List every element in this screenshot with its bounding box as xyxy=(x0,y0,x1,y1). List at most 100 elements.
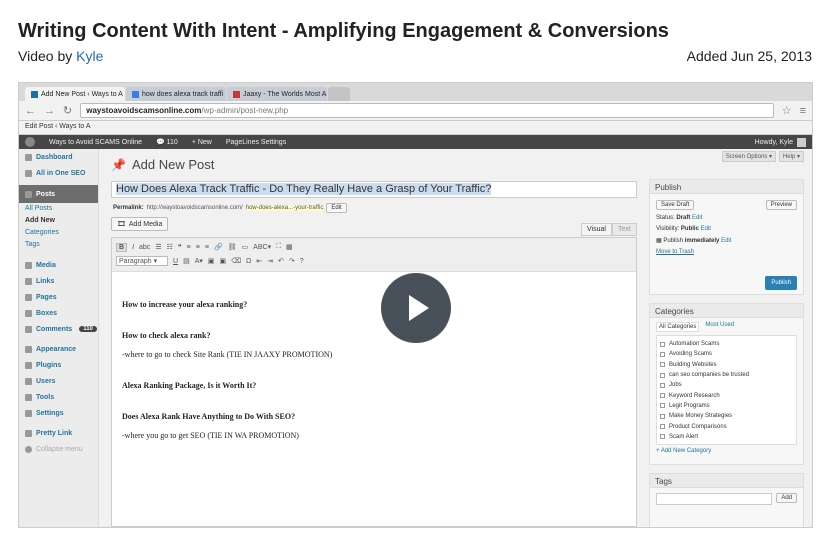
menu-item-plugins[interactable]: Plugins xyxy=(19,357,98,373)
category-checkbox[interactable] xyxy=(660,351,665,357)
menu-item-comments[interactable]: Comments 110 xyxy=(19,321,98,337)
category-item[interactable]: Avoiding Scams xyxy=(660,349,793,359)
visibility-edit-link[interactable]: Edit xyxy=(701,226,711,232)
wordpress-logo-icon[interactable] xyxy=(25,137,35,147)
author-link[interactable]: Kyle xyxy=(76,48,103,64)
add-media-button[interactable]: 🎞 Add Media xyxy=(111,217,169,231)
menu-item-media[interactable]: Media xyxy=(19,257,98,273)
category-checkbox[interactable] xyxy=(660,382,665,388)
save-draft-button[interactable]: Save Draft xyxy=(656,200,695,210)
category-checkbox[interactable] xyxy=(660,372,665,378)
unlink-icon[interactable]: ⛓ xyxy=(228,243,237,251)
indent-icon[interactable]: ⇥ xyxy=(267,257,273,265)
category-checkbox[interactable] xyxy=(660,424,665,430)
paste-word-icon[interactable]: ▣ xyxy=(220,257,227,265)
permalink-slug[interactable]: how-does-alexa...-your-traffic xyxy=(245,205,324,211)
menu-item-pages[interactable]: Pages xyxy=(19,289,98,305)
clear-format-icon[interactable]: ⌫ xyxy=(231,257,241,265)
category-checkbox[interactable] xyxy=(660,403,665,409)
category-checkbox[interactable] xyxy=(660,393,665,399)
category-item[interactable]: Jobs xyxy=(660,380,793,390)
url-input[interactable]: waystoavoidscamsonline.com/wp-admin/post… xyxy=(80,103,774,118)
category-checkbox[interactable] xyxy=(660,341,665,347)
browser-tab[interactable]: Add New Post ‹ Ways to A× xyxy=(25,87,125,101)
admin-bar-account[interactable]: Howdy, Kyle xyxy=(755,137,806,147)
menu-item-pretty-link[interactable]: Pretty Link xyxy=(19,425,98,441)
menu-item-dashboard[interactable]: Dashboard xyxy=(19,149,98,165)
content-editor[interactable]: B I abc ☰ ☷ ❝ ≡ ≡ ≡ 🔗 ⛓ ▭ ABC▾ ⛶ ▦ Parag… xyxy=(111,237,637,527)
publish-button[interactable]: Publish xyxy=(765,276,797,290)
tab-most-used[interactable]: Most Used xyxy=(705,322,734,332)
schedule-edit-link[interactable]: Edit xyxy=(721,238,731,244)
menu-item-posts[interactable]: Posts xyxy=(19,185,98,203)
submenu-add-new[interactable]: Add New xyxy=(25,217,98,229)
video-player[interactable]: Add New Post ‹ Ways to A× how does alexa… xyxy=(18,82,813,528)
category-item[interactable]: Legit Programs xyxy=(660,401,793,411)
category-item[interactable]: can seo companies be trusted xyxy=(660,370,793,380)
move-to-trash-link[interactable]: Move to Trash xyxy=(656,249,694,255)
category-checkbox[interactable] xyxy=(660,413,665,419)
paste-text-icon[interactable]: ▣ xyxy=(208,257,215,265)
category-checkbox[interactable] xyxy=(660,362,665,368)
play-button[interactable] xyxy=(381,273,451,343)
admin-bar-new[interactable]: + New xyxy=(192,139,212,146)
admin-bar-comments[interactable]: 💬 110 xyxy=(156,138,178,146)
new-tab-button[interactable] xyxy=(328,87,350,101)
add-tag-button[interactable]: Add xyxy=(776,493,797,503)
kitchen-sink-icon[interactable]: ▦ xyxy=(286,243,293,251)
star-icon[interactable]: ☆ xyxy=(782,104,792,117)
collapse-menu-button[interactable]: Collapse menu xyxy=(19,441,98,457)
post-title-input[interactable]: How Does Alexa Track Traffic - Do They R… xyxy=(111,181,637,198)
help-icon[interactable]: ? xyxy=(300,258,304,265)
category-item[interactable]: Product Comparisons xyxy=(660,421,793,431)
bookmark-item[interactable]: Edit Post ‹ Ways to A xyxy=(25,123,91,130)
italic-icon[interactable]: I xyxy=(132,244,134,251)
menu-item-settings[interactable]: Settings xyxy=(19,405,98,421)
menu-item-tools[interactable]: Tools xyxy=(19,389,98,405)
editor-body[interactable]: How to increase your alexa ranking? How … xyxy=(112,272,636,448)
numbered-list-icon[interactable]: ☷ xyxy=(167,243,173,251)
admin-bar-pagelines[interactable]: PageLines Settings xyxy=(226,139,286,146)
text-color-icon[interactable]: A▾ xyxy=(195,257,203,265)
back-arrow-icon[interactable]: ← xyxy=(25,105,36,117)
reload-icon[interactable]: ↻ xyxy=(63,104,72,117)
strikethrough-icon[interactable]: abc xyxy=(139,244,150,251)
align-right-icon[interactable]: ≡ xyxy=(205,244,209,251)
menu-item-users[interactable]: Users xyxy=(19,373,98,389)
menu-item-seo[interactable]: All in One SEO xyxy=(19,165,98,181)
submenu-categories[interactable]: Categories xyxy=(25,229,98,241)
help-button[interactable]: Help ▾ xyxy=(778,151,804,162)
category-item[interactable]: Scam Alert xyxy=(660,432,793,442)
redo-icon[interactable]: ↷ xyxy=(289,257,295,265)
tag-input[interactable] xyxy=(656,493,773,505)
bold-icon[interactable]: B xyxy=(116,242,128,252)
special-char-icon[interactable]: Ω xyxy=(246,258,251,265)
forward-arrow-icon[interactable]: → xyxy=(44,105,55,117)
add-new-category-link[interactable]: + Add New Category xyxy=(656,448,797,454)
menu-item-boxes[interactable]: Boxes xyxy=(19,305,98,321)
browser-tab[interactable]: Jaaxy - The Worlds Most A× xyxy=(227,87,327,101)
category-item[interactable]: Automation Scams xyxy=(660,339,793,349)
bullet-list-icon[interactable]: ☰ xyxy=(155,243,161,251)
preview-button[interactable]: Preview xyxy=(765,200,797,210)
fullscreen-icon[interactable]: ⛶ xyxy=(276,243,281,251)
align-center-icon[interactable]: ≡ xyxy=(196,244,200,251)
submenu-tags[interactable]: Tags xyxy=(25,241,98,253)
tab-all-categories[interactable]: All Categories xyxy=(656,322,700,332)
admin-bar-site[interactable]: Ways to Avoid SCAMS Online xyxy=(49,139,142,146)
tab-text[interactable]: Text xyxy=(611,223,637,236)
spellcheck-icon[interactable]: ABC▾ xyxy=(253,243,271,251)
category-item[interactable]: Make Money Strategies xyxy=(660,411,793,421)
category-item[interactable]: Building Websites xyxy=(660,360,793,370)
category-checkbox[interactable] xyxy=(660,434,665,440)
underline-icon[interactable]: U xyxy=(173,258,178,265)
undo-icon[interactable]: ↶ xyxy=(278,257,284,265)
justify-icon[interactable]: ▤ xyxy=(183,257,190,265)
format-select[interactable]: Paragraph ▾ xyxy=(116,256,168,266)
tab-visual[interactable]: Visual xyxy=(581,223,612,236)
align-left-icon[interactable]: ≡ xyxy=(187,244,191,251)
category-item[interactable]: Keyword Research xyxy=(660,390,793,400)
status-edit-link[interactable]: Edit xyxy=(692,215,702,221)
menu-item-appearance[interactable]: Appearance xyxy=(19,341,98,357)
outdent-icon[interactable]: ⇤ xyxy=(256,257,262,265)
